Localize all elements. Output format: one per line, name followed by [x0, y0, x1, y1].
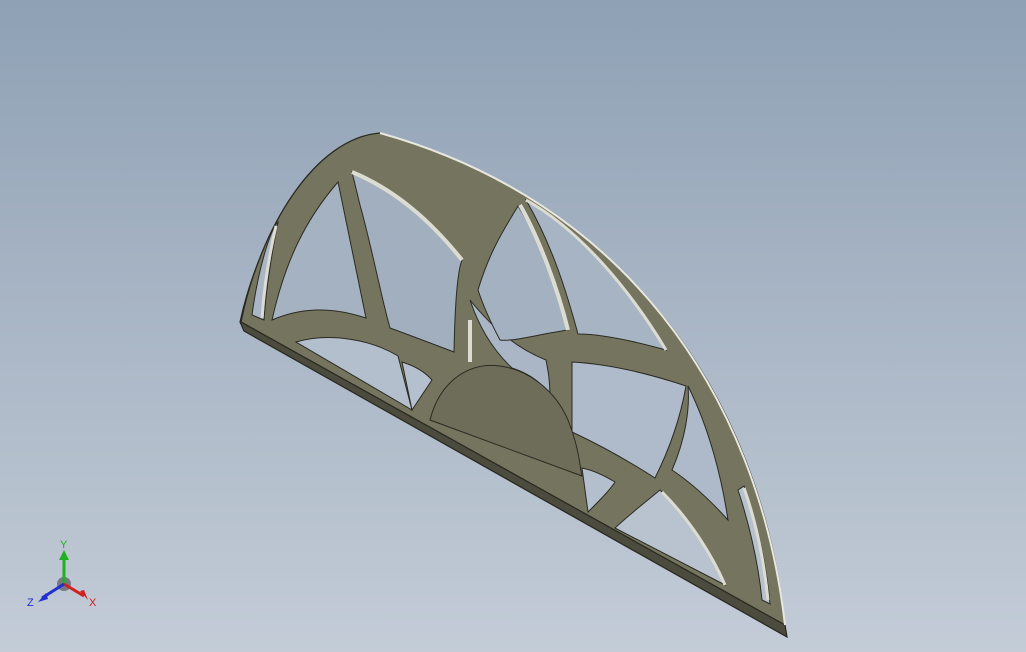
coordinate-triad: Y X Z — [27, 539, 97, 609]
cad-viewport[interactable]: Y X Z — [0, 0, 1026, 652]
x-axis-label: X — [89, 597, 97, 609]
y-axis-label: Y — [60, 539, 68, 551]
model-view[interactable] — [0, 0, 1026, 652]
z-axis-label: Z — [27, 597, 34, 609]
y-axis-arrow — [59, 550, 69, 560]
